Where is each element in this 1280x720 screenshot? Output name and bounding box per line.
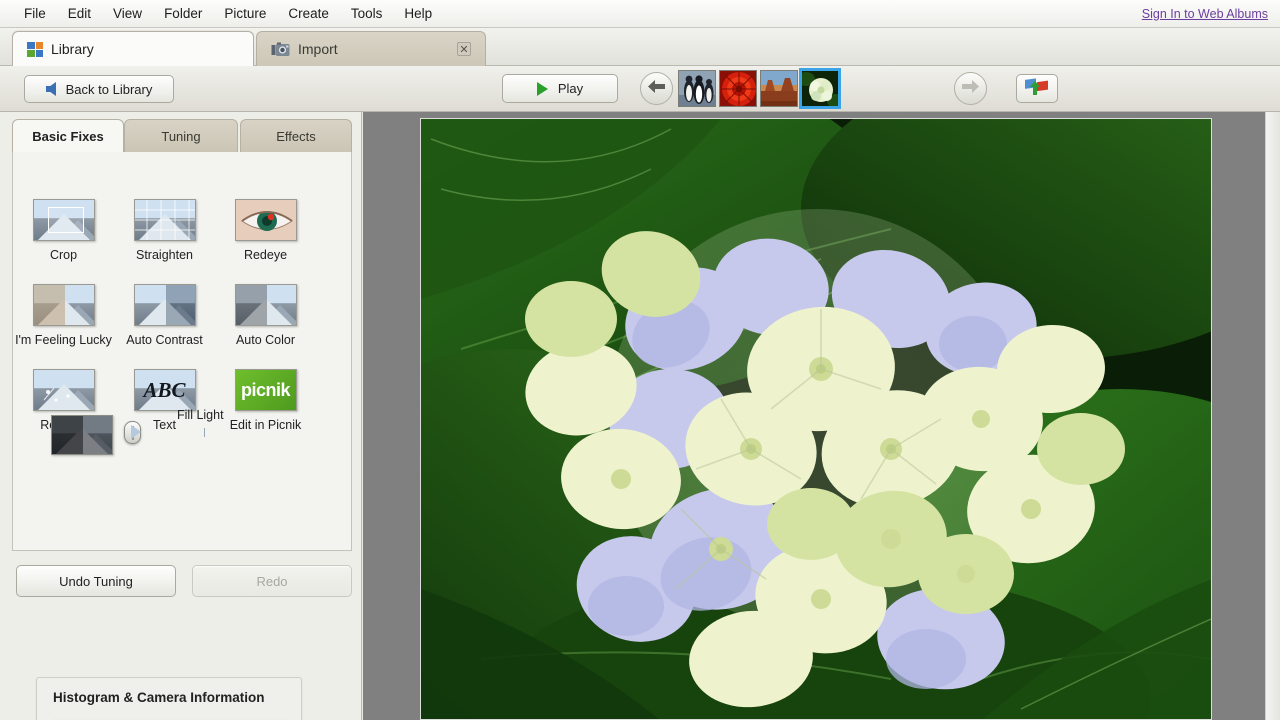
tab-library-label: Library (51, 41, 94, 57)
fill-light-thumbnail-icon (51, 415, 113, 455)
crop-thumbnail-icon (32, 199, 95, 241)
tab-library[interactable]: Library (12, 31, 254, 66)
edit-tab-strip: Basic Fixes Tuning Effects (12, 119, 352, 152)
menu-view[interactable]: View (103, 3, 152, 24)
basic-fixes-panel: Crop Straighten Redeye I'm Feeling Lucky… (12, 151, 352, 551)
feeling-lucky-thumbnail-icon (32, 284, 95, 326)
close-icon[interactable]: ✕ (457, 42, 471, 56)
fill-light-label: Fill Light (177, 407, 224, 422)
menu-folder[interactable]: Folder (154, 3, 212, 24)
arrow-left-icon (45, 82, 56, 96)
arrow-left-circle-icon (647, 79, 666, 98)
tool-auto-contrast-label: Auto Contrast (126, 333, 203, 347)
upload-export-icon (1024, 77, 1050, 100)
menu-bar: File Edit View Folder Picture Create Too… (0, 0, 1280, 28)
thumbnail-red-flower[interactable] (719, 70, 757, 107)
photo-frame (420, 118, 1212, 720)
tool-crop-label: Crop (49, 248, 78, 262)
abc-glyph: ABC (143, 377, 186, 402)
tab-effects[interactable]: Effects (240, 119, 352, 152)
menu-picture[interactable]: Picture (214, 3, 276, 24)
fill-light-track[interactable] (124, 420, 205, 444)
menu-edit[interactable]: Edit (58, 3, 101, 24)
filmstrip (678, 68, 841, 109)
menu-tools[interactable]: Tools (341, 3, 393, 24)
photo-viewer[interactable] (363, 112, 1280, 720)
tool-crop[interactable]: Crop (13, 199, 114, 262)
tool-auto-color-label: Auto Color (235, 333, 296, 347)
menu-items: File Edit View Folder Picture Create Too… (0, 3, 442, 24)
tool-row-1: Crop Straighten Redeye (13, 199, 353, 284)
tab-import[interactable]: Import ✕ (256, 31, 486, 66)
fill-light-row: Fill Light (13, 408, 353, 461)
redo-button: Redo (192, 565, 352, 597)
back-to-library-button[interactable]: Back to Library (24, 75, 174, 103)
menu-help[interactable]: Help (394, 3, 442, 24)
picnik-logo-icon: picnik (234, 369, 297, 411)
play-button[interactable]: Play (502, 74, 618, 103)
tool-feeling-lucky-label: I'm Feeling Lucky (15, 333, 112, 347)
tool-straighten-label: Straighten (136, 248, 193, 262)
menu-file[interactable]: File (14, 3, 56, 24)
play-triangle-icon (536, 81, 548, 96)
back-to-library-label: Back to Library (65, 81, 153, 97)
next-photo-button[interactable] (954, 72, 987, 105)
tool-row-2: I'm Feeling Lucky Auto Contrast Auto Col… (13, 284, 353, 369)
straighten-thumbnail-icon (133, 199, 196, 241)
tab-import-label: Import (298, 41, 338, 57)
redeye-eye-icon (234, 199, 297, 241)
auto-contrast-thumbnail-icon (133, 284, 196, 326)
picnik-wordmark: picnik (240, 379, 291, 400)
tool-auto-color[interactable]: Auto Color (215, 284, 316, 347)
thumbnail-hydrangea[interactable] (799, 68, 841, 109)
tool-auto-contrast[interactable]: Auto Contrast (114, 284, 215, 347)
arrow-right-circle-icon (961, 79, 980, 98)
viewer-scrollbar[interactable] (1265, 112, 1280, 720)
tab-basic-fixes[interactable]: Basic Fixes (12, 119, 124, 152)
tool-redeye[interactable]: Redeye (215, 199, 316, 262)
undo-redo-row: Undo Tuning Redo (16, 565, 352, 597)
thumbnail-canyon[interactable] (760, 70, 798, 107)
auto-color-thumbnail-icon (234, 284, 297, 326)
camera-icon (271, 42, 290, 57)
undo-tuning-button[interactable]: Undo Tuning (16, 565, 176, 597)
play-label: Play (557, 81, 584, 96)
histogram-title: Histogram & Camera Information (53, 690, 265, 705)
picasa-window: File Edit View Folder Picture Create Too… (0, 0, 1280, 720)
tool-straighten[interactable]: Straighten (114, 199, 215, 262)
tool-redeye-label: Redeye (243, 248, 288, 262)
main-tab-strip: Library Import ✕ (0, 28, 1280, 66)
tool-feeling-lucky[interactable]: I'm Feeling Lucky (13, 284, 114, 347)
upload-export-button[interactable] (1016, 74, 1058, 103)
hydrangea-photo (421, 119, 1211, 719)
tab-tuning[interactable]: Tuning (124, 119, 238, 152)
thumbnail-penguins[interactable] (678, 70, 716, 107)
edit-side-panel: Basic Fixes Tuning Effects Crop Straight… (0, 112, 362, 720)
histogram-panel: Histogram & Camera Information No EXIF d… (36, 677, 302, 720)
menu-create[interactable]: Create (278, 3, 339, 24)
previous-photo-button[interactable] (640, 72, 673, 105)
fill-light-knob[interactable] (124, 420, 141, 444)
library-grid-icon (27, 41, 43, 57)
sign-in-web-albums-link[interactable]: Sign In to Web Albums (1142, 7, 1268, 21)
text-abc-icon: ABC (133, 369, 196, 411)
fill-light-slider[interactable]: Fill Light (124, 408, 291, 444)
retouch-thumbnail-icon (32, 369, 95, 411)
